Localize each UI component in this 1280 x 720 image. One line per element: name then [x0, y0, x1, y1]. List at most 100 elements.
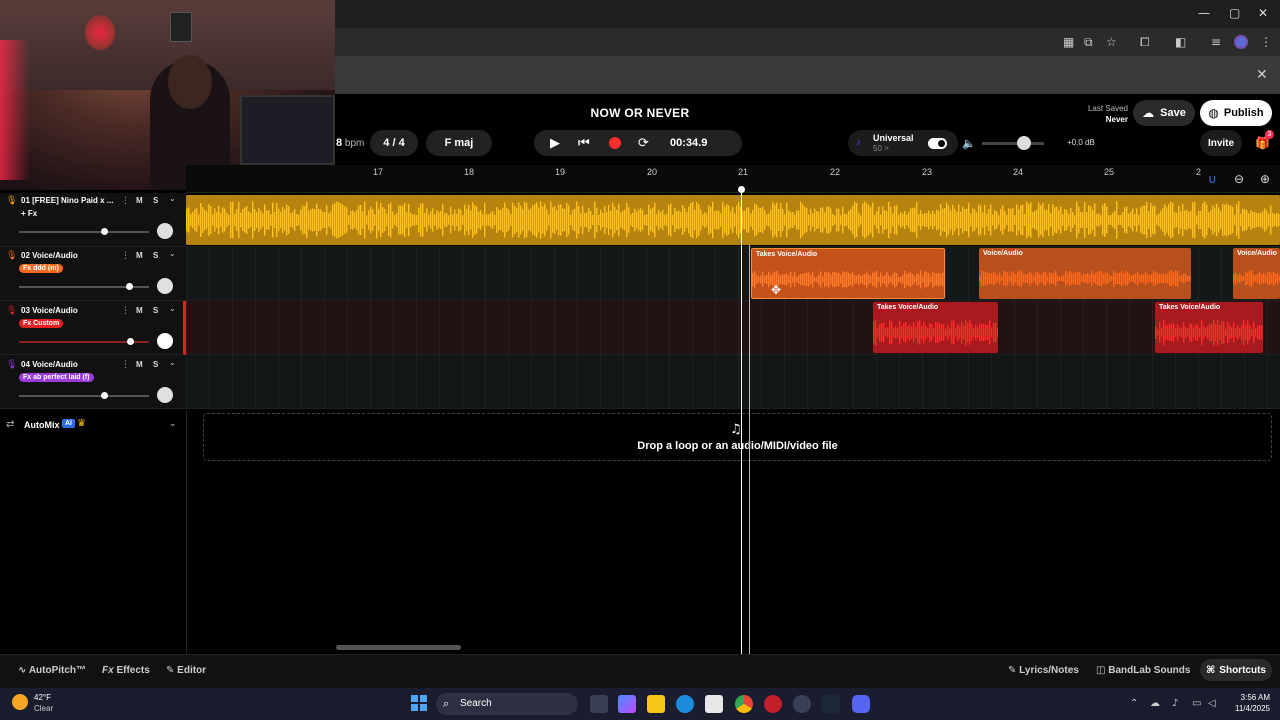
play-icon[interactable]: ▶ [550, 136, 560, 151]
track-lane-2[interactable]: Takes Voice/Audio Voice/Audio Voice/Audi… [186, 247, 1280, 301]
mastering-toggle[interactable] [928, 138, 947, 149]
track-lane-4[interactable] [186, 355, 1280, 409]
minimize-icon[interactable]: — [1198, 6, 1210, 20]
star-icon[interactable]: ☆ [1106, 35, 1117, 49]
bandlab-taskbar-icon[interactable] [764, 695, 782, 713]
skip-back-icon[interactable]: ⏮ [578, 136, 590, 151]
clip[interactable]: Takes Voice/Audio [873, 302, 998, 353]
chevron-down-icon[interactable]: ⌄ [169, 358, 176, 367]
fx-chip[interactable]: Fx ddd (m) [19, 264, 63, 273]
split-icon[interactable]: ◧ [1175, 35, 1186, 49]
maximize-icon[interactable]: ▢ [1229, 6, 1240, 20]
track-menu-icon[interactable]: ⋮ [121, 359, 130, 370]
bpm-display[interactable]: 8 bpm [336, 137, 364, 149]
master-volume-knob[interactable] [1017, 136, 1031, 150]
playhead[interactable] [741, 188, 742, 654]
horizontal-scrollbar[interactable] [336, 645, 461, 650]
add-fx-button[interactable]: + Fx [21, 209, 37, 218]
clip[interactable]: Takes Voice/Audio [1155, 302, 1263, 353]
loop-icon[interactable]: ⟳ [638, 136, 649, 151]
media-icon[interactable]: ≡ [1211, 35, 1221, 49]
solo-button[interactable]: S [153, 196, 158, 205]
pan-knob[interactable] [157, 333, 173, 349]
solo-button[interactable]: S [153, 251, 158, 260]
track-name[interactable]: 02 Voice/Audio [21, 251, 78, 260]
weather-icon[interactable] [12, 694, 28, 710]
chevron-down-icon[interactable]: ⌄ [169, 249, 176, 258]
drop-zone[interactable] [203, 413, 1272, 461]
track-lane-1[interactable] [186, 193, 1280, 247]
mic-tray-icon[interactable]: ♪ [1172, 698, 1178, 709]
file-explorer-icon[interactable] [647, 695, 665, 713]
task-view-icon[interactable] [590, 695, 608, 713]
pan-knob[interactable] [157, 223, 173, 239]
track-volume-knob[interactable] [101, 392, 108, 399]
master-volume-slider[interactable] [982, 142, 1044, 145]
solo-button[interactable]: S [153, 360, 158, 369]
save-button[interactable]: ☁ Save [1133, 100, 1195, 126]
playhead-handle[interactable] [738, 186, 745, 193]
track-volume-knob[interactable] [126, 283, 133, 290]
chevron-down-icon[interactable]: ⌄ [169, 419, 177, 429]
windows-start-icon[interactable] [411, 695, 427, 711]
info-close-icon[interactable]: ✕ [1256, 67, 1268, 83]
publish-button[interactable]: ◍ Publish [1200, 100, 1272, 126]
record-button[interactable] [609, 137, 621, 149]
steam-icon[interactable] [822, 695, 840, 713]
chevron-down-icon[interactable]: ⌄ [169, 304, 176, 313]
pan-knob[interactable] [157, 278, 173, 294]
store-icon[interactable] [705, 695, 723, 713]
chevron-down-icon[interactable]: ⌄ [169, 194, 176, 203]
speaker-icon[interactable]: ◁ [1208, 698, 1216, 709]
fx-chip[interactable]: Fx Custom [19, 319, 64, 328]
track-lane-3[interactable]: Takes Voice/Audio Takes Voice/Audio [186, 301, 1280, 355]
invite-button[interactable]: Invite [1200, 130, 1242, 156]
mute-button[interactable]: M [136, 196, 143, 205]
track-volume-slider[interactable] [19, 231, 149, 233]
fx-chip[interactable]: Fx ab perfect laid (f) [19, 373, 94, 382]
clip[interactable] [186, 195, 1280, 245]
track-volume-slider[interactable] [19, 395, 149, 397]
mute-button[interactable]: M [136, 251, 143, 260]
time-signature[interactable]: 4 / 4 [370, 130, 418, 156]
clip[interactable]: Voice/Audio [1233, 248, 1280, 299]
mute-button[interactable]: M [136, 360, 143, 369]
autopitch-button[interactable]: ∿ AutoPitch™ [18, 665, 86, 676]
track-volume-knob[interactable] [101, 228, 108, 235]
magnet-icon[interactable]: ∪ [1208, 172, 1217, 186]
obs-icon[interactable] [793, 695, 811, 713]
track-menu-icon[interactable]: ⋮ [121, 195, 130, 206]
key-selector[interactable]: F maj [426, 130, 492, 156]
track-menu-icon[interactable]: ⋮ [121, 250, 130, 261]
profile-avatar[interactable] [1234, 35, 1248, 49]
copilot-icon[interactable] [618, 695, 636, 713]
zoom-in-icon[interactable]: ⊕ [1260, 172, 1270, 186]
zoom-out-icon[interactable]: ⊖ [1234, 172, 1244, 186]
shortcuts-button[interactable]: ⌘ Shortcuts [1200, 659, 1272, 681]
tray-chevron-icon[interactable]: ⌃ [1130, 698, 1138, 709]
project-title[interactable]: NOW OR NEVER [540, 106, 740, 120]
edge-icon[interactable] [676, 695, 694, 713]
pan-knob[interactable] [157, 387, 173, 403]
sounds-button[interactable]: ◫ BandLab Sounds [1096, 665, 1190, 676]
clock[interactable]: 3:56 AM 11/4/2025 [1222, 692, 1270, 714]
solo-button[interactable]: S [153, 306, 158, 315]
lyrics-button[interactable]: ✎ Lyrics/Notes [1008, 665, 1079, 676]
track-name[interactable]: 03 Voice/Audio [21, 306, 78, 315]
chrome-icon[interactable] [735, 695, 753, 713]
mute-button[interactable]: M [136, 306, 143, 315]
track-volume-knob[interactable] [127, 338, 134, 345]
extensions-icon[interactable]: ⧠ [1140, 35, 1150, 50]
taskbar-search[interactable]: Search [436, 693, 578, 715]
volume-icon[interactable]: 🔈 [962, 137, 976, 150]
reader-icon[interactable]: ▦ [1063, 35, 1074, 49]
track-menu-icon[interactable]: ⋮ [121, 305, 130, 316]
timeline-ruler[interactable] [186, 165, 1280, 193]
cast-icon[interactable]: ⧉ [1084, 35, 1093, 50]
display-icon[interactable]: ▭ [1192, 698, 1201, 709]
discord-icon[interactable] [852, 695, 870, 713]
track-name[interactable]: 04 Voice/Audio [21, 360, 78, 369]
clip[interactable]: Voice/Audio [979, 248, 1191, 299]
onedrive-icon[interactable]: ☁ [1150, 698, 1160, 709]
editor-button[interactable]: ✎ Editor [166, 665, 206, 676]
